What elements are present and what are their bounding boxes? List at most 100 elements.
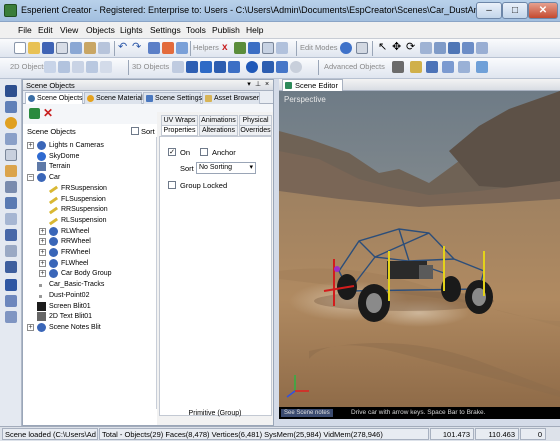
help-tool-icon[interactable] bbox=[5, 311, 17, 323]
tree-node[interactable]: − Car bbox=[23, 173, 155, 183]
2d-text-icon[interactable] bbox=[72, 61, 84, 73]
tree-node[interactable]: + Car Body Group bbox=[23, 269, 155, 279]
advanced-particle-icon[interactable] bbox=[442, 61, 454, 73]
tree-node[interactable]: + Lights n Cameras bbox=[23, 141, 155, 151]
expand-icon[interactable]: + bbox=[39, 270, 46, 278]
edit-mode-box-icon[interactable] bbox=[356, 42, 368, 54]
sort-checkbox[interactable] bbox=[131, 127, 139, 135]
selection-helper-icon[interactable] bbox=[276, 42, 288, 54]
tree-node[interactable]: FLSuspension bbox=[23, 195, 155, 205]
tab-scene-materials[interactable]: Scene Materials bbox=[84, 92, 146, 104]
scale-icon[interactable] bbox=[420, 42, 432, 54]
on-checkbox[interactable]: ✓ bbox=[168, 148, 176, 156]
paste-icon[interactable] bbox=[84, 42, 96, 54]
menu-view[interactable]: View bbox=[60, 25, 78, 35]
advanced-car-icon[interactable] bbox=[392, 61, 404, 73]
3d-pyramid-icon[interactable] bbox=[186, 61, 198, 73]
menu-tools[interactable]: Tools bbox=[186, 25, 206, 35]
camera-tool-icon[interactable] bbox=[5, 133, 17, 145]
tab-properties[interactable]: Properties bbox=[161, 125, 198, 136]
tree-node[interactable]: Screen Blit01 bbox=[23, 301, 155, 312]
lock-icon[interactable] bbox=[434, 42, 446, 54]
camera-helper-icon[interactable] bbox=[248, 42, 260, 54]
tab-scene-settings[interactable]: Scene Settings bbox=[143, 92, 202, 104]
tab-overrides[interactable]: Overrides bbox=[239, 125, 272, 136]
expand-icon[interactable]: + bbox=[39, 259, 46, 267]
menu-lights[interactable]: Lights bbox=[120, 25, 143, 35]
timeline-tool-icon[interactable] bbox=[5, 245, 17, 257]
advanced-camera-icon[interactable] bbox=[426, 61, 438, 73]
layers-tool-icon[interactable] bbox=[5, 197, 17, 209]
copy-icon[interactable] bbox=[70, 42, 82, 54]
tree-node[interactable]: Car_Basic-Tracks bbox=[23, 280, 155, 290]
align-icon[interactable] bbox=[462, 42, 474, 54]
scene-icon[interactable] bbox=[176, 42, 188, 54]
play-tool-icon[interactable] bbox=[5, 279, 17, 291]
tree-node[interactable]: + FLWheel bbox=[23, 258, 155, 269]
tab-scene-objects[interactable]: Scene Objects bbox=[25, 92, 83, 104]
maximize-button[interactable]: □ bbox=[502, 2, 528, 19]
add-object-icon[interactable] bbox=[29, 108, 40, 119]
snap-icon[interactable] bbox=[448, 42, 460, 54]
panel-close-icon[interactable]: × bbox=[263, 81, 271, 89]
panel-menu-icon[interactable]: ▾ bbox=[245, 81, 253, 89]
delete-object-icon[interactable]: ✕ bbox=[43, 106, 53, 120]
menu-settings[interactable]: Settings bbox=[150, 25, 181, 35]
3d-sphere-icon[interactable] bbox=[246, 61, 258, 73]
collapse-icon[interactable]: − bbox=[27, 174, 34, 182]
tree-node[interactable]: + RRWheel bbox=[23, 237, 155, 247]
tree-node[interactable]: + Scene Notes Blit bbox=[23, 322, 155, 333]
2d-rect-icon[interactable] bbox=[44, 61, 56, 73]
search-tool-icon[interactable] bbox=[5, 165, 17, 177]
expand-icon[interactable]: + bbox=[27, 323, 34, 331]
material-tool-icon[interactable] bbox=[5, 101, 17, 113]
advanced-water-icon[interactable] bbox=[476, 61, 488, 73]
2d-panel-icon[interactable] bbox=[100, 61, 112, 73]
save-as-icon[interactable] bbox=[56, 42, 68, 54]
advanced-light-icon[interactable] bbox=[410, 61, 422, 73]
expand-icon[interactable]: + bbox=[39, 227, 46, 235]
3d-torus-icon[interactable] bbox=[290, 61, 302, 73]
3d-cylinder-icon[interactable] bbox=[214, 61, 226, 73]
3d-plane-icon[interactable] bbox=[276, 61, 288, 73]
menu-objects[interactable]: Objects bbox=[86, 25, 115, 35]
grid-helper-icon[interactable] bbox=[234, 42, 246, 54]
texture-tool-icon[interactable] bbox=[5, 149, 17, 161]
record-tool-icon[interactable] bbox=[5, 295, 17, 307]
select-arrow-icon[interactable]: ↖ bbox=[378, 42, 390, 54]
tree-node[interactable]: FRSuspension bbox=[23, 184, 155, 194]
panel-pin-icon[interactable]: ⊥ bbox=[254, 81, 262, 89]
tab-alterations[interactable]: Alterations bbox=[199, 125, 238, 136]
3d-line-icon[interactable] bbox=[172, 61, 184, 73]
print-icon[interactable] bbox=[98, 42, 110, 54]
export-icon[interactable] bbox=[148, 42, 160, 54]
tree-node[interactable]: + RLWheel bbox=[23, 226, 155, 237]
tree-node[interactable]: + FRWheel bbox=[23, 248, 155, 258]
tree-node[interactable]: RRSuspension bbox=[23, 205, 155, 215]
open-folder-icon[interactable] bbox=[28, 42, 40, 54]
edit-mode-globe-icon[interactable] bbox=[340, 42, 352, 54]
menu-edit[interactable]: Edit bbox=[38, 25, 53, 35]
settings-tool-icon[interactable] bbox=[5, 181, 17, 193]
expand-icon[interactable]: + bbox=[39, 238, 46, 246]
notes-tool-icon[interactable] bbox=[5, 213, 17, 225]
scene-notes-label[interactable]: See Scene notes bbox=[281, 409, 333, 417]
expand-icon[interactable]: + bbox=[39, 249, 46, 256]
light-tool-icon[interactable] bbox=[5, 117, 17, 129]
tab-scene-editor[interactable]: Scene Editor bbox=[282, 79, 343, 91]
3d-box-icon[interactable] bbox=[200, 61, 212, 73]
tab-asset-browser[interactable]: Asset Browser bbox=[202, 92, 260, 104]
tree-node[interactable]: SkyDome bbox=[23, 151, 155, 162]
menu-help[interactable]: Help bbox=[246, 25, 263, 35]
close-button[interactable]: ✕ bbox=[528, 2, 558, 19]
scene-objects-tree[interactable]: + Lights n Cameras SkyDome Terrain − Car FRSus… bbox=[23, 137, 157, 409]
tree-node[interactable]: RLSuspension bbox=[23, 216, 155, 226]
advanced-sound-icon[interactable] bbox=[458, 61, 470, 73]
minimize-button[interactable]: – bbox=[476, 2, 502, 19]
event-tool-icon[interactable] bbox=[5, 261, 17, 273]
tree-node[interactable]: Terrain bbox=[23, 162, 155, 172]
3d-cone-icon[interactable] bbox=[228, 61, 240, 73]
tree-node[interactable]: 2D Text Blit01 bbox=[23, 312, 155, 322]
scene-tool-icon[interactable] bbox=[5, 85, 17, 97]
redo-icon[interactable]: ↷ bbox=[132, 42, 144, 54]
